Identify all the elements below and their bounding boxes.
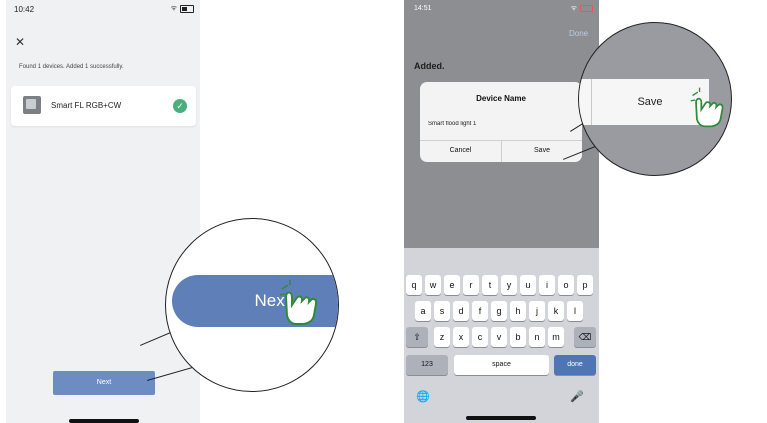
dialog-title: Device Name (476, 94, 526, 103)
key-n[interactable]: n (529, 327, 545, 347)
key-z[interactable]: z (434, 327, 450, 347)
close-icon[interactable]: ✕ (15, 35, 25, 49)
success-check-icon: ✓ (173, 99, 187, 113)
key-y[interactable]: y (501, 275, 517, 295)
backspace-key-icon[interactable]: ⌫ (574, 327, 596, 347)
added-heading: Added. (414, 61, 445, 71)
key-w[interactable]: w (425, 275, 441, 295)
battery-icon (580, 5, 593, 12)
device-name: Smart FL RGB+CW (51, 101, 122, 110)
cancel-button[interactable]: Cancel (420, 140, 501, 162)
key-s[interactable]: s (434, 301, 450, 321)
keyboard-done-key[interactable]: done (554, 355, 596, 375)
right-phone-screen: 14:51 ᯤ Done Added. Device Name Cancel S… (404, 0, 599, 423)
key-g[interactable]: g (491, 301, 507, 321)
wifi-icon: ᯤ (170, 5, 177, 12)
home-indicator (69, 419, 139, 423)
status-time: 14:51 (414, 5, 432, 12)
zoom-callout-next: Next (165, 218, 339, 392)
key-t[interactable]: t (482, 275, 498, 295)
save-button[interactable]: Save (502, 140, 582, 162)
device-name-dialog: Device Name Cancel Save (420, 82, 582, 162)
key-p[interactable]: p (577, 275, 593, 295)
key-x[interactable]: x (453, 327, 469, 347)
key-m[interactable]: m (548, 327, 564, 347)
key-b[interactable]: b (510, 327, 526, 347)
key-k[interactable]: k (548, 301, 564, 321)
device-name-input[interactable] (428, 117, 574, 130)
found-devices-text: Found 1 devices. Added 1 successfully. (19, 64, 124, 70)
wifi-icon: ᯤ (570, 5, 577, 12)
hand-tap-icon (279, 280, 318, 325)
key-a[interactable]: a (415, 301, 431, 321)
key-r[interactable]: r (463, 275, 479, 295)
key-q[interactable]: q (406, 275, 422, 295)
status-time: 10:42 (14, 5, 35, 14)
next-button[interactable]: Next (53, 371, 155, 395)
key-v[interactable]: v (491, 327, 507, 347)
battery-icon (180, 4, 194, 13)
key-l[interactable]: l (567, 301, 583, 321)
left-phone-screen: 10:42 ᯤ ✕ Found 1 devices. Added 1 succe… (6, 0, 200, 423)
globe-icon[interactable]: 🌐 (416, 390, 430, 403)
key-d[interactable]: d (453, 301, 469, 321)
key-o[interactable]: o (558, 275, 574, 295)
key-e[interactable]: e (444, 275, 460, 295)
status-icons: ᯤ (171, 4, 194, 13)
numbers-key[interactable]: 123 (406, 355, 448, 375)
device-card[interactable]: Smart FL RGB+CW ✓ (11, 86, 196, 126)
microphone-icon[interactable]: 🎤 (570, 390, 584, 403)
done-button[interactable]: Done (569, 29, 588, 38)
keyboard: q w e r t y u i o p a s d f g h j k l ⇧ … (404, 248, 599, 423)
key-j[interactable]: j (529, 301, 545, 321)
shift-key-icon[interactable]: ⇧ (406, 327, 428, 347)
zoom-callout-save: Save (578, 22, 732, 176)
status-icons: ᯤ (571, 4, 593, 13)
key-i[interactable]: i (539, 275, 555, 295)
flood-light-icon (23, 96, 41, 114)
space-key[interactable]: space (454, 355, 549, 375)
key-u[interactable]: u (520, 275, 536, 295)
home-indicator (466, 416, 536, 420)
hand-tap-icon (690, 87, 724, 128)
key-h[interactable]: h (510, 301, 526, 321)
key-f[interactable]: f (472, 301, 488, 321)
key-c[interactable]: c (472, 327, 488, 347)
